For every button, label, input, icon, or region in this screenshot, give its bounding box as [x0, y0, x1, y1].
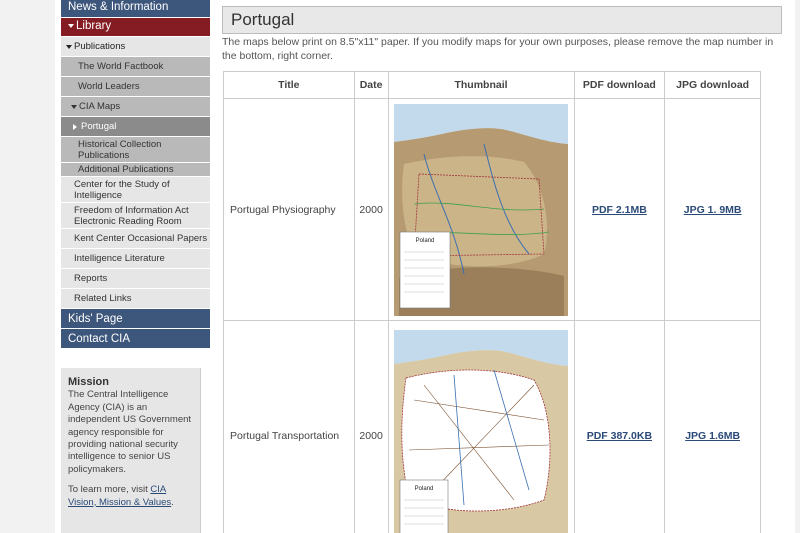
table-row: Portugal Transportation 2000 Poland PDF … [223, 320, 761, 533]
nav-contact-cia[interactable]: Contact CIA [61, 329, 210, 349]
chevron-down-icon [66, 44, 72, 49]
col-jpg: JPG download [664, 71, 761, 99]
table-header-row: Title Date Thumbnail PDF download JPG do… [223, 71, 761, 99]
table-row: Portugal Physiography 2000 Poland PDF 2.… [223, 98, 761, 321]
map-date: 2000 [353, 320, 389, 533]
nav-kent-center[interactable]: Kent Center Occasional Papers [61, 229, 210, 249]
nav-center-study-intelligence[interactable]: Center for the Study of Intelligence [61, 177, 210, 203]
map-thumbnail-cell[interactable]: Poland [387, 98, 575, 321]
pdf-cell: PDF 2.1MB [573, 98, 666, 321]
mission-learn-more: To learn more, visit CIA Vision, Mission… [68, 484, 174, 508]
mission-text: The Central Intelligence Agency (CIA) is… [68, 389, 192, 475]
chevron-down-icon [68, 23, 74, 28]
pdf-cell: PDF 387.0KB [573, 320, 666, 533]
page-title: Portugal [222, 6, 782, 34]
jpg-download-link[interactable]: JPG 1.6MB [685, 430, 740, 442]
jpg-cell: JPG 1.6MB [664, 320, 761, 533]
nav-cia-maps[interactable]: CIA Maps [61, 97, 210, 117]
jpg-download-link[interactable]: JPG 1. 9MB [684, 204, 742, 216]
nav-world-leaders[interactable]: World Leaders [61, 77, 210, 97]
map-date: 2000 [353, 98, 389, 321]
nav-reports[interactable]: Reports [61, 269, 210, 289]
intro-text: The maps below print on 8.5"x11" paper. … [222, 36, 774, 62]
transportation-map-thumbnail[interactable]: Poland [394, 329, 569, 533]
map-title: Portugal Transportation [223, 320, 355, 533]
col-title: Title [223, 71, 355, 99]
nav-intelligence-literature[interactable]: Intelligence Literature [61, 249, 210, 269]
nav-additional-publications[interactable]: Additional Publications [61, 163, 210, 177]
col-date: Date [353, 71, 389, 99]
map-thumbnail-cell[interactable]: Poland [387, 320, 575, 533]
nav-portugal[interactable]: Portugal [61, 117, 210, 137]
nav-related-links[interactable]: Related Links [61, 289, 210, 309]
pdf-download-link[interactable]: PDF 2.1MB [592, 204, 647, 216]
nav-kids-page[interactable]: Kids' Page [61, 309, 210, 329]
nav-library-label: Library [76, 20, 112, 32]
thumbnail-map-label: Poland [415, 486, 434, 492]
maps-table: Title Date Thumbnail PDF download JPG do… [223, 71, 761, 533]
page: News & Information Library Publications … [55, 0, 795, 533]
thumbnail-map-label: Poland [416, 238, 435, 244]
nav-foia-reading-room[interactable]: Freedom of Information Act Electronic Rea… [61, 203, 210, 229]
col-thumbnail: Thumbnail [387, 71, 575, 99]
nav-news-label: News & Information [68, 1, 169, 13]
nav-world-factbook[interactable]: The World Factbook [61, 57, 210, 77]
chevron-down-icon [71, 104, 77, 109]
nav-publications[interactable]: Publications [61, 37, 210, 57]
nav-historical-collection[interactable]: Historical Collection Publications [61, 137, 210, 163]
map-title: Portugal Physiography [223, 98, 355, 321]
jpg-cell: JPG 1. 9MB [664, 98, 761, 321]
chevron-right-icon [73, 123, 77, 130]
mission-heading: Mission [68, 376, 109, 388]
pdf-download-link[interactable]: PDF 387.0KB [587, 430, 652, 442]
nav-library[interactable]: Library [61, 18, 210, 37]
sidebar-nav: News & Information Library Publications … [61, 0, 210, 533]
col-pdf: PDF download [573, 71, 666, 99]
mission-box: Mission The Central Intelligence Agency … [61, 368, 201, 533]
nav-news-information[interactable]: News & Information [61, 0, 210, 18]
physiography-map-thumbnail[interactable]: Poland [394, 103, 569, 316]
